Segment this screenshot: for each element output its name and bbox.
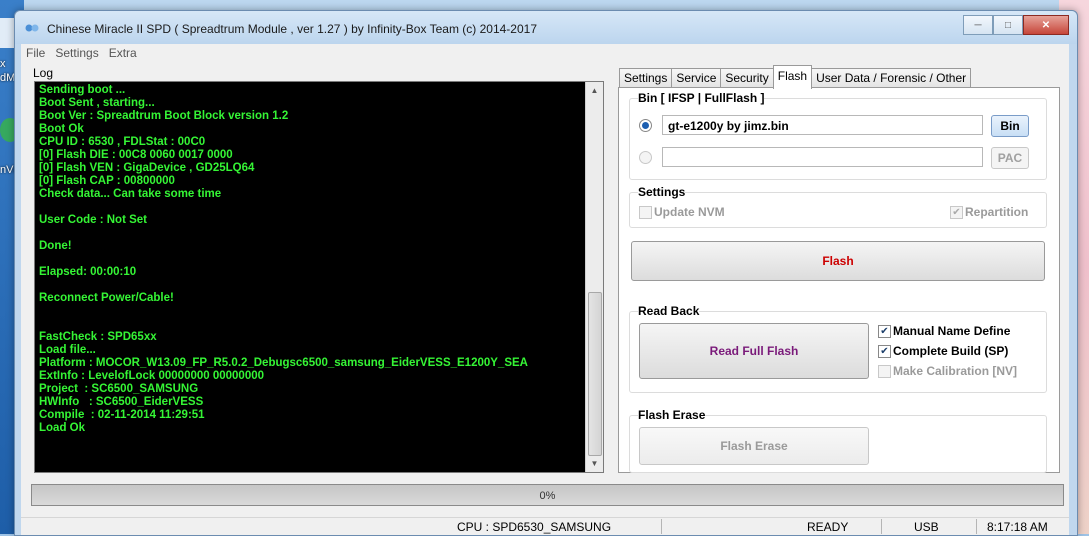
- log-line: HWInfo : SC6500_EiderVESS: [39, 396, 204, 408]
- log-label: Log: [33, 66, 54, 80]
- settings-group-title: Settings: [638, 185, 686, 199]
- log-line: Boot Ok: [39, 123, 84, 135]
- make-calibration-label: Make Calibration [NV]: [893, 364, 1018, 378]
- make-calibration-checkbox[interactable]: [878, 365, 891, 378]
- menu-settings[interactable]: Settings: [50, 44, 103, 64]
- bin-file-field[interactable]: gt-e1200y by jimz.bin: [662, 115, 983, 135]
- scroll-up-icon[interactable]: ▲: [586, 82, 603, 99]
- maximize-button[interactable]: □: [993, 15, 1023, 35]
- window-title: Chinese Miracle II SPD ( Spreadtrum Modu…: [47, 22, 537, 36]
- desktop-label: x: [0, 58, 6, 70]
- tab-security[interactable]: Security: [720, 68, 774, 87]
- window-controls: ─ □ ✕: [963, 15, 1069, 35]
- progress-label: 0%: [539, 490, 556, 502]
- manual-name-checkbox[interactable]: ✔: [878, 325, 891, 338]
- update-nvm-label: Update NVM: [654, 205, 725, 219]
- log-text: Sending boot ... Boot Sent , starting... B…: [39, 84, 584, 468]
- status-state: READY: [807, 520, 849, 534]
- menu-extra[interactable]: Extra: [104, 44, 142, 64]
- log-line: Compile : 02-11-2014 11:29:51: [39, 409, 205, 421]
- tab-flash[interactable]: Flash: [772, 65, 813, 89]
- tab-service[interactable]: Service: [671, 68, 722, 87]
- tab-settings[interactable]: Settings: [619, 68, 673, 87]
- flash-panel: Bin [ IFSP | FullFlash ] gt-e1200y by ji…: [618, 87, 1060, 473]
- app-window: Chinese Miracle II SPD ( Spreadtrum Modu…: [14, 10, 1078, 536]
- title-bar[interactable]: Chinese Miracle II SPD ( Spreadtrum Modu…: [15, 11, 1077, 44]
- log-line: Project : SC6500_SAMSUNG: [39, 383, 199, 395]
- log-line: [0] Flash VEN : GigaDevice , GD25LQ64: [39, 162, 255, 174]
- readback-group-title: Read Back: [638, 304, 700, 318]
- log-line: Load file...: [39, 344, 96, 356]
- repartition-label: Repartition: [965, 205, 1029, 219]
- manual-name-label: Manual Name Define: [893, 324, 1011, 338]
- tab-user-data[interactable]: User Data / Forensic / Other: [811, 68, 972, 87]
- log-line: Platform : MOCOR_W13.09_FP_R5.0.2_Debugs…: [39, 357, 528, 369]
- update-nvm-checkbox[interactable]: [639, 206, 652, 219]
- log-line: Load Ok: [39, 422, 86, 434]
- log-line: [0] Flash CAP : 00800000: [39, 175, 175, 187]
- scroll-thumb[interactable]: [588, 292, 602, 456]
- status-time: 8:17:18 AM: [987, 520, 1048, 534]
- maximize-icon: □: [1004, 19, 1012, 31]
- bin-group-title: Bin [ IFSP | FullFlash ]: [638, 91, 765, 105]
- close-icon: ✕: [1041, 19, 1051, 31]
- status-divider: [881, 519, 882, 534]
- log-line: Done!: [39, 240, 72, 252]
- status-divider: [976, 519, 977, 534]
- scroll-grip-icon: [586, 183, 603, 200]
- complete-build-label: Complete Build (SP): [893, 344, 1009, 358]
- client-area: File Settings Extra Log Sending boot ...…: [21, 44, 1069, 535]
- progress-bar: 0%: [31, 484, 1064, 506]
- log-line: Boot Sent , starting...: [39, 97, 155, 109]
- erase-group: Flash Erase Flash Erase: [629, 408, 1047, 473]
- app-logo-icon: [25, 24, 39, 32]
- settings-group: Settings Update NVM ✔ Repartition: [629, 185, 1047, 228]
- minimize-icon: ─: [974, 19, 982, 31]
- scroll-down-icon[interactable]: ▼: [586, 455, 603, 472]
- pac-button[interactable]: PAC: [991, 147, 1029, 169]
- readback-group: Read Back Read Full Flash ✔ Manual Name …: [629, 304, 1047, 393]
- minimize-button[interactable]: ─: [963, 15, 993, 35]
- status-bar: CPU : SPD6530_SAMSUNG READY USB 8:17:18 …: [21, 517, 1069, 535]
- bin-group: Bin [ IFSP | FullFlash ] gt-e1200y by ji…: [629, 91, 1047, 180]
- erase-group-title: Flash Erase: [638, 408, 706, 422]
- log-line: CPU ID : 6530 , FDLStat : 00C0: [39, 136, 206, 148]
- status-port: USB: [914, 520, 939, 534]
- desktop-label: dM: [0, 72, 16, 84]
- flash-erase-button[interactable]: Flash Erase: [639, 427, 869, 465]
- log-scrollbar[interactable]: ▲ ▼: [585, 82, 603, 472]
- pac-file-field[interactable]: [662, 147, 983, 167]
- close-button[interactable]: ✕: [1023, 15, 1069, 35]
- bin-radio[interactable]: [639, 119, 652, 132]
- log-line: FastCheck : SPD65xx: [39, 331, 157, 343]
- flash-button[interactable]: Flash: [631, 241, 1045, 281]
- complete-build-checkbox[interactable]: ✔: [878, 345, 891, 358]
- status-divider: [661, 519, 662, 534]
- log-line: Reconnect Power/Cable!: [39, 292, 174, 304]
- repartition-checkbox[interactable]: ✔: [950, 206, 963, 219]
- log-line: Check data... Can take some time: [39, 188, 222, 200]
- log-line: User Code : Not Set: [39, 214, 147, 226]
- menu-file[interactable]: File: [21, 44, 50, 64]
- tab-strip: Settings Service Security Flash User Dat…: [619, 65, 972, 89]
- pac-radio[interactable]: [639, 151, 652, 164]
- log-line: Elapsed: 00:00:10: [39, 266, 137, 278]
- status-cpu: CPU : SPD6530_SAMSUNG: [457, 520, 612, 534]
- log-line: [0] Flash DIE : 00C8 0060 0017 0000: [39, 149, 233, 161]
- log-line: Sending boot ...: [39, 84, 126, 96]
- log-line: Boot Ver : Spreadtrum Boot Block version…: [39, 110, 289, 122]
- read-full-flash-button[interactable]: Read Full Flash: [639, 323, 869, 379]
- menu-bar: File Settings Extra: [21, 44, 1069, 64]
- bin-button[interactable]: Bin: [991, 115, 1029, 137]
- log-panel[interactable]: Sending boot ... Boot Sent , starting... B…: [34, 81, 604, 473]
- log-line: ExtInfo : LevelofLock 00000000 00000000: [39, 370, 265, 382]
